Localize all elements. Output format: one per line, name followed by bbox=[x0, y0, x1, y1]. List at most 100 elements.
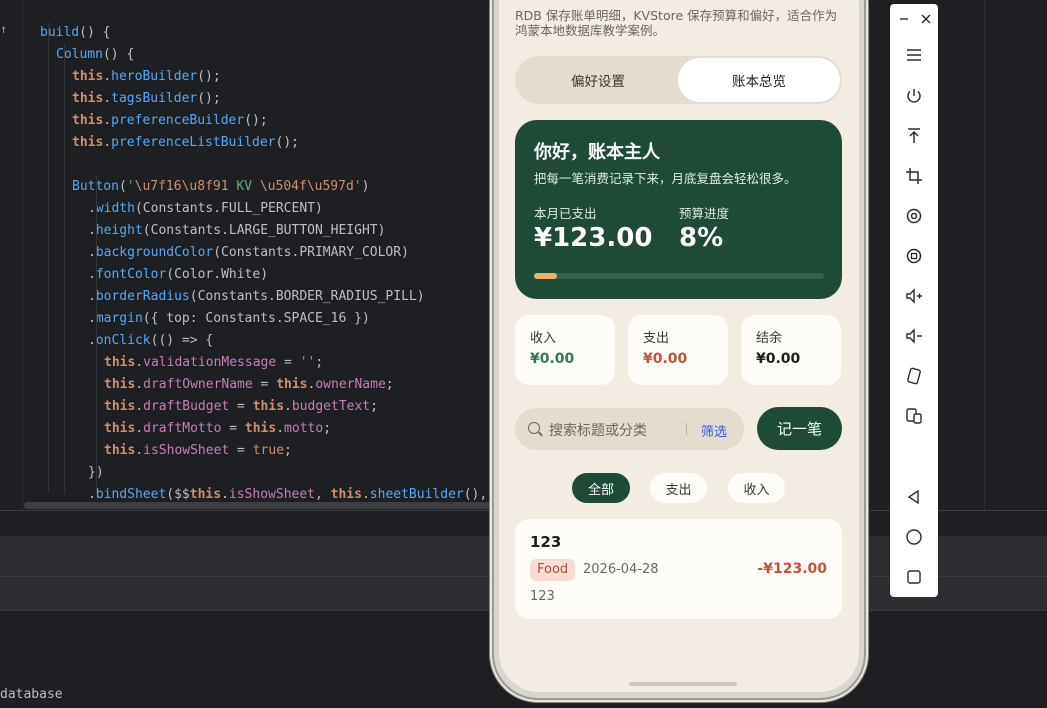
code-token: onClick bbox=[95, 333, 151, 348]
code-token: preferenceBuilder bbox=[111, 113, 245, 128]
code-line[interactable]: this.draftBudget = this.budgetText; bbox=[104, 396, 378, 418]
code-token: this bbox=[244, 421, 277, 436]
code-token: . bbox=[88, 201, 96, 216]
code-line[interactable]: .onClick(() => { bbox=[88, 330, 213, 352]
volume-up-icon[interactable] bbox=[902, 284, 926, 308]
rotate-icon[interactable] bbox=[902, 204, 926, 228]
upload-icon[interactable] bbox=[902, 124, 926, 148]
multi-screen-icon[interactable] bbox=[902, 404, 926, 428]
tab-preferences[interactable]: 偏好设置 bbox=[517, 58, 679, 102]
filter-chip-expense[interactable]: 支出 bbox=[650, 473, 707, 503]
code-token: this bbox=[72, 113, 104, 128]
code-token: build bbox=[40, 25, 80, 40]
code-line[interactable]: .borderRadius(Constants.BORDER_RADIUS_PI… bbox=[88, 286, 425, 308]
code-token: this bbox=[72, 69, 104, 84]
code-token: = bbox=[252, 377, 277, 392]
code-line[interactable]: build() { bbox=[40, 22, 110, 44]
code-token: (Constants.LARGE_BUTTON_HEIGHT) bbox=[142, 223, 386, 238]
code-token: ({ top: Constants.SPACE_16 }) bbox=[142, 311, 370, 326]
code-token: ) bbox=[361, 179, 370, 194]
code-token: margin bbox=[95, 311, 143, 326]
code-token: bindSheet bbox=[95, 487, 167, 502]
record-category-tag: Food bbox=[530, 559, 576, 581]
code-token: this bbox=[72, 135, 104, 150]
code-token: . bbox=[103, 135, 112, 150]
record-card[interactable]: 123 Food 2026-04-28 -¥123.00 123 bbox=[515, 519, 842, 619]
add-record-button[interactable]: 记一笔 bbox=[757, 407, 842, 450]
code-token: . bbox=[103, 69, 112, 84]
code-token: , bbox=[315, 487, 331, 502]
recents-icon[interactable] bbox=[902, 565, 926, 589]
back-icon[interactable] bbox=[902, 485, 926, 509]
budget-progress-fill bbox=[534, 273, 558, 279]
stat-card-balance: 结余 ¥0.00 bbox=[741, 315, 841, 385]
code-line[interactable]: this.isShowSheet = true; bbox=[104, 440, 292, 462]
code-line[interactable]: this.validationMessage = ''; bbox=[104, 352, 323, 374]
code-line[interactable]: this.preferenceBuilder(); bbox=[72, 110, 268, 132]
filter-chip-all[interactable]: 全部 bbox=[572, 473, 630, 503]
code-token: ; bbox=[284, 443, 292, 458]
code-line[interactable]: this.tagsBuilder(); bbox=[72, 88, 221, 110]
filter-button[interactable]: 筛选 bbox=[701, 421, 727, 440]
code-line[interactable]: Button('\u7f16\u8f91 KV \u504f\u597d') bbox=[72, 176, 369, 198]
filter-chip-income[interactable]: 收入 bbox=[728, 473, 785, 503]
code-line[interactable]: this.preferenceListBuilder(); bbox=[72, 132, 299, 154]
stat-card-expense: 支出 ¥0.00 bbox=[628, 315, 728, 385]
code-token: this bbox=[72, 91, 104, 106]
home-indicator[interactable] bbox=[629, 682, 737, 686]
power-icon[interactable] bbox=[902, 84, 926, 108]
stat-value: ¥0.00 bbox=[756, 351, 801, 367]
close-icon[interactable] bbox=[917, 10, 935, 28]
code-token: (); bbox=[197, 91, 221, 106]
hero-card: 你好，账本主人 把每一笔消费记录下来，月底复盘会轻松很多。 本月已支出 预算进度… bbox=[515, 120, 842, 299]
hero-title: 你好，账本主人 bbox=[534, 142, 660, 163]
spent-value: ¥123.00 bbox=[534, 223, 653, 253]
code-line[interactable]: .margin({ top: Constants.SPACE_16 }) bbox=[88, 308, 370, 330]
code-token: . bbox=[221, 487, 229, 502]
app-description: RDB 保存账单明细，KVStore 保存预算和偏好，适合作为鸿蒙本地数据库教学… bbox=[515, 8, 838, 38]
code-token: this bbox=[104, 399, 136, 414]
crop-icon[interactable] bbox=[902, 164, 926, 188]
spent-label: 本月已支出 bbox=[534, 206, 597, 221]
override-marker-icon[interactable]: ↑ bbox=[0, 22, 7, 36]
indent-guide bbox=[64, 44, 65, 494]
volume-down-icon[interactable] bbox=[902, 324, 926, 348]
code-token: . bbox=[135, 355, 144, 370]
code-token: this bbox=[104, 443, 136, 458]
indent-guide bbox=[96, 176, 97, 496]
code-line[interactable]: .height(Constants.LARGE_BUTTON_HEIGHT) bbox=[88, 220, 385, 242]
code-token: '' bbox=[299, 355, 316, 370]
menu-icon[interactable] bbox=[902, 43, 926, 67]
code-token: . bbox=[284, 399, 292, 414]
code-token: ; bbox=[370, 399, 378, 414]
code-token: (Constants.BORDER_RADIUS_PILL) bbox=[189, 289, 425, 304]
tab-overview[interactable]: 账本总览 bbox=[678, 58, 840, 102]
code-line[interactable]: .fontColor(Color.White) bbox=[88, 264, 268, 286]
code-token: () { bbox=[79, 25, 111, 40]
code-line[interactable]: this.draftMotto = this.motto; bbox=[104, 418, 331, 440]
code-line[interactable]: .backgroundColor(Constants.PRIMARY_COLOR… bbox=[88, 242, 409, 264]
code-line[interactable]: .width(Constants.FULL_PERCENT) bbox=[88, 198, 323, 220]
right-margin-line bbox=[984, 0, 985, 510]
screen-capture-icon[interactable] bbox=[902, 244, 926, 268]
minimize-icon[interactable] bbox=[895, 10, 913, 28]
code-line[interactable]: this.heroBuilder(); bbox=[72, 66, 221, 88]
code-token: draftBudget bbox=[143, 399, 230, 414]
hero-subtitle: 把每一笔消费记录下来，月底复盘会轻松很多。 bbox=[534, 171, 797, 186]
search-bar[interactable]: 搜索标题或分类 筛选 bbox=[515, 408, 744, 450]
search-divider bbox=[686, 423, 687, 435]
home-icon[interactable] bbox=[902, 525, 926, 549]
code-token: budgetText bbox=[291, 399, 371, 414]
code-token: fontColor bbox=[95, 267, 167, 282]
code-token: validationMessage bbox=[143, 355, 277, 370]
flip-icon[interactable] bbox=[902, 364, 926, 388]
code-token: . bbox=[103, 113, 112, 128]
code-token: borderRadius bbox=[95, 289, 190, 304]
code-line[interactable]: this.draftOwnerName = this.ownerName; bbox=[104, 374, 394, 396]
code-token: . bbox=[88, 311, 96, 326]
code-token: heroBuilder bbox=[111, 69, 198, 84]
horizontal-scrollbar[interactable] bbox=[24, 502, 494, 509]
code-token: ; bbox=[385, 377, 394, 392]
code-line[interactable]: Column() { bbox=[56, 44, 134, 66]
search-input[interactable]: 搜索标题或分类 bbox=[549, 420, 647, 440]
